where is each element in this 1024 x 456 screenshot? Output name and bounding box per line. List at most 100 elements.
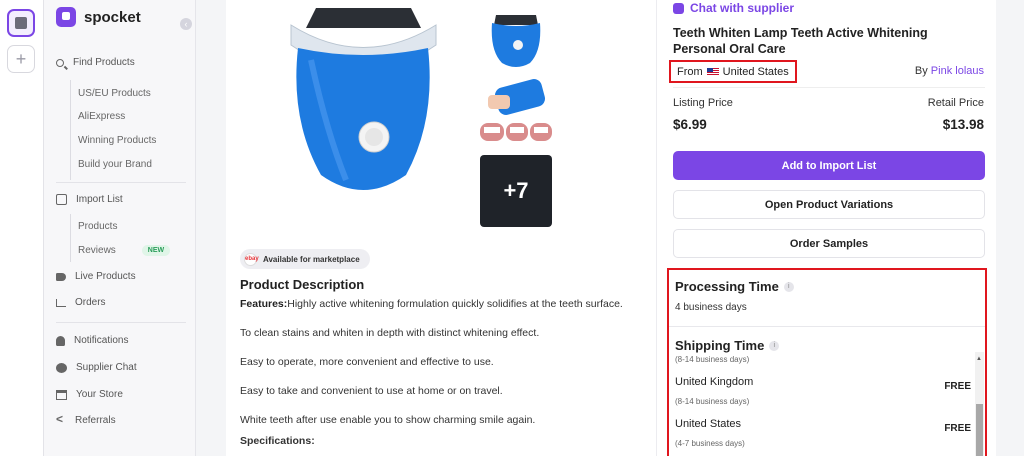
specifications-label: Specifications: xyxy=(240,435,315,447)
origin-country: United States xyxy=(722,65,789,78)
store-icon xyxy=(56,389,67,400)
origin-field: From United States xyxy=(669,60,797,83)
divider xyxy=(673,87,985,88)
share-icon xyxy=(56,412,66,426)
search-icon xyxy=(56,58,64,67)
sidebar-item-referrals[interactable]: Referrals xyxy=(56,412,116,427)
sidebar-sub-products[interactable]: Products xyxy=(78,221,117,232)
divider xyxy=(56,182,186,183)
import-list-icon xyxy=(56,194,67,205)
chat-icon xyxy=(673,2,684,14)
more-images-button[interactable]: +7 xyxy=(480,155,552,227)
ebay-logo-icon: ebay xyxy=(244,252,259,266)
shipping-info-box: Processing Time i 4 business days Shippi… xyxy=(667,268,987,456)
app-rail: + xyxy=(0,0,44,456)
shipping-country: United States xyxy=(675,418,742,430)
thumbnail-image xyxy=(480,77,552,149)
description-line: Easy to take and convenient to use at ho… xyxy=(240,385,503,397)
cart-icon xyxy=(56,298,66,307)
description-line: Easy to operate, more convenient and eff… xyxy=(240,356,494,368)
sidebar-item-live-products[interactable]: Live Products xyxy=(56,271,136,282)
sidebar-item-label: Supplier Chat xyxy=(76,362,137,373)
description-features: Features:Highly active whitening formula… xyxy=(240,298,650,310)
retail-price-label: Retail Price xyxy=(927,97,984,109)
divider xyxy=(669,326,985,327)
features-label: Features: xyxy=(240,298,288,310)
thumbnail-1[interactable] xyxy=(480,3,552,75)
store-icon xyxy=(15,17,27,29)
logo[interactable]: spocket xyxy=(56,7,141,27)
scroll-up-icon[interactable]: ▲ xyxy=(976,356,982,362)
description-line: White teeth after use enable you to show… xyxy=(240,414,536,426)
sidebar-item-your-store[interactable]: Your Store xyxy=(56,389,123,400)
retail-price: $13.98 xyxy=(942,117,984,132)
sidebar-item-label: Your Store xyxy=(76,389,123,400)
submenu-line xyxy=(70,214,71,262)
sidebar-sub-reviews[interactable]: Reviews NEW xyxy=(78,245,171,256)
info-icon[interactable]: i xyxy=(769,340,780,351)
sidebar: spocket ‹ Find Products US/EU Products A… xyxy=(44,0,196,456)
shipping-country: United Kingdom xyxy=(675,376,754,388)
processing-time-value: 4 business days xyxy=(675,302,747,313)
marketplace-badge: ebay Available for marketplace xyxy=(240,249,370,269)
shipping-scrollbar[interactable]: ▲ xyxy=(975,352,984,456)
us-flag-icon xyxy=(706,67,719,76)
submenu-line xyxy=(70,80,71,180)
sidebar-sub-aliexpress[interactable]: AliExpress xyxy=(78,111,125,122)
scrollbar-thumb[interactable] xyxy=(976,404,983,456)
new-badge: NEW xyxy=(141,245,171,256)
from-label: From xyxy=(677,65,703,78)
sidebar-sub-build-your-brand[interactable]: Build your Brand xyxy=(78,159,152,170)
shipping-range: (8-14 business days) xyxy=(675,355,750,364)
app-name: spocket xyxy=(84,8,141,26)
thumbnail-image xyxy=(480,3,552,75)
shipping-days: (8-14 business days) xyxy=(675,397,750,406)
listing-price: $6.99 xyxy=(673,117,707,132)
sidebar-item-label: Orders xyxy=(75,297,106,308)
collapse-sidebar-button[interactable]: ‹ xyxy=(180,18,192,30)
add-to-import-list-button[interactable]: Add to Import List xyxy=(673,151,985,180)
product-title: Teeth Whiten Lamp Teeth Active Whitening… xyxy=(673,26,928,56)
sidebar-sub-winning-products[interactable]: Winning Products xyxy=(78,135,156,146)
open-product-variations-button[interactable]: Open Product Variations xyxy=(673,190,985,219)
order-samples-button[interactable]: Order Samples xyxy=(673,229,985,258)
by-label: By xyxy=(914,65,928,77)
description-line: To clean stains and whiten in depth with… xyxy=(240,327,540,339)
sidebar-item-orders[interactable]: Orders xyxy=(56,297,106,308)
sidebar-item-import-list[interactable]: Import List xyxy=(56,194,123,205)
supplier-link[interactable]: Pink lolaus xyxy=(931,65,984,77)
sidebar-item-label: Live Products xyxy=(75,271,136,282)
sidebar-item-supplier-chat[interactable]: Supplier Chat xyxy=(56,362,137,373)
sidebar-item-find-products[interactable]: Find Products xyxy=(56,57,135,68)
chat-icon xyxy=(56,362,67,373)
chat-label: Chat with supplier xyxy=(690,1,795,15)
processing-time-heading: Processing Time i xyxy=(675,279,794,294)
processing-title: Processing Time xyxy=(675,279,779,294)
description-title: Product Description xyxy=(240,277,365,292)
shipping-cost: FREE xyxy=(944,423,971,434)
shipping-days: (4-7 business days) xyxy=(675,439,745,448)
marketplace-label: Available for marketplace xyxy=(263,254,360,264)
sidebar-sub-label: Reviews xyxy=(78,245,116,256)
chat-with-supplier-link[interactable]: Chat with supplier xyxy=(673,1,794,15)
divider xyxy=(56,322,186,323)
thumbnail-2[interactable] xyxy=(480,77,552,149)
sidebar-item-label: Find Products xyxy=(73,57,135,68)
add-store-button[interactable]: + xyxy=(7,45,35,73)
store-switcher-button[interactable] xyxy=(7,9,35,37)
shipping-time-heading: Shipping Time i xyxy=(675,338,780,353)
bell-icon xyxy=(56,335,65,346)
supplier-line: By Pink lolaus xyxy=(915,65,984,77)
sidebar-item-label: Import List xyxy=(76,194,123,205)
shipping-cost: FREE xyxy=(944,381,971,392)
product-main-image[interactable] xyxy=(276,0,451,210)
sidebar-item-notifications[interactable]: Notifications xyxy=(56,335,128,346)
sidebar-item-label: Referrals xyxy=(75,415,116,426)
listing-price-label: Listing Price xyxy=(673,97,733,109)
sidebar-sub-us-eu-products[interactable]: US/EU Products xyxy=(78,88,151,99)
info-icon[interactable]: i xyxy=(783,281,794,292)
sidebar-item-label: Notifications xyxy=(74,335,129,346)
shipping-title: Shipping Time xyxy=(675,338,765,353)
tag-icon xyxy=(56,272,66,281)
spocket-logo-icon xyxy=(56,7,76,27)
